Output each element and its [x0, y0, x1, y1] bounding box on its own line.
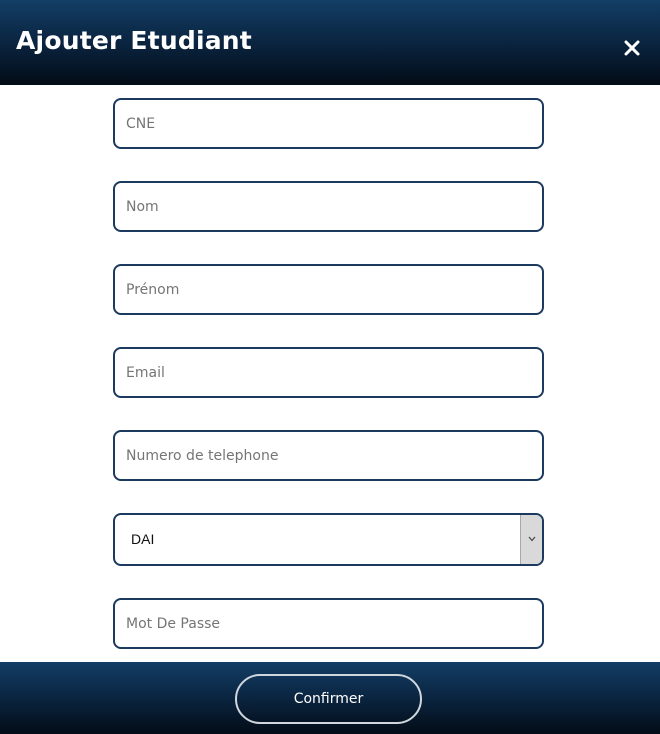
dialog-header: Ajouter Etudiant [0, 0, 660, 85]
close-button[interactable] [620, 36, 644, 60]
confirm-button[interactable]: Confirmer [235, 674, 422, 724]
nom-input[interactable] [115, 183, 542, 230]
telephone-field-wrapper [113, 430, 544, 481]
select-dropdown-button[interactable] [520, 515, 542, 564]
password-input[interactable] [115, 600, 542, 647]
student-form: DAI [0, 85, 660, 662]
cne-input[interactable] [115, 100, 542, 147]
chevron-down-icon [528, 536, 536, 542]
nom-field-wrapper [113, 181, 544, 232]
prenom-input[interactable] [115, 266, 542, 313]
cne-field-wrapper [113, 98, 544, 149]
dialog-title: Ajouter Etudiant [16, 26, 252, 55]
add-student-dialog: Ajouter Etudiant DAI [0, 0, 660, 734]
filiere-selected-value: DAI [131, 531, 155, 547]
filiere-select[interactable]: DAI [113, 513, 544, 566]
email-input[interactable] [115, 349, 542, 396]
password-field-wrapper [113, 598, 544, 649]
prenom-field-wrapper [113, 264, 544, 315]
dialog-footer: Confirmer [0, 662, 660, 734]
email-field-wrapper [113, 347, 544, 398]
telephone-input[interactable] [115, 432, 542, 479]
close-icon [624, 40, 640, 56]
